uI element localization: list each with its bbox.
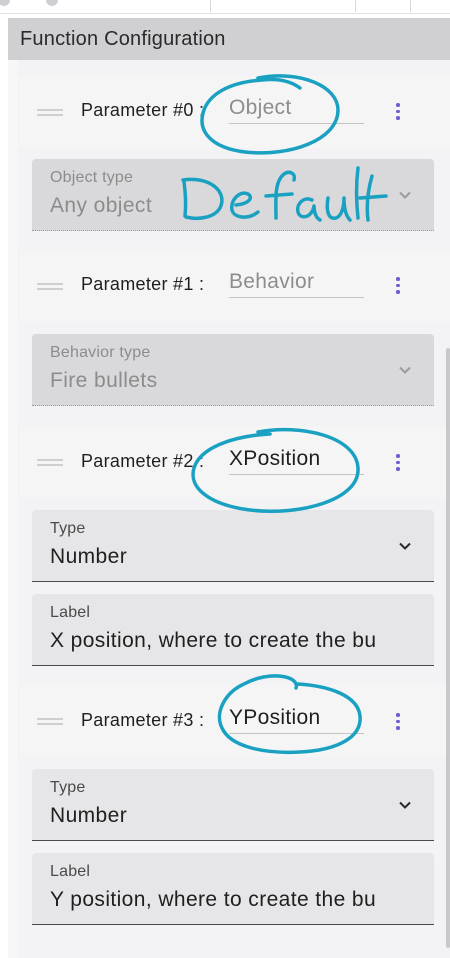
- field-label: Type: [50, 520, 86, 537]
- chevron-down-icon: [398, 363, 412, 377]
- top-toolbar-strip: [0, 0, 450, 14]
- parameter-row-1: Parameter #1 : Behavior: [20, 250, 450, 322]
- more-options-icon[interactable]: [396, 454, 400, 471]
- parameter-name-input[interactable]: YPosition: [229, 706, 364, 734]
- field-value: X position, where to create the bu: [50, 629, 377, 652]
- field-label: Type: [50, 779, 86, 796]
- parameter-row-2: Parameter #2 : XPosition: [20, 426, 450, 498]
- parameter-row-0: Parameter #0 : Object: [20, 76, 450, 148]
- divider: [410, 0, 411, 12]
- parameter-label-input[interactable]: Label X position, where to create the bu: [32, 594, 434, 666]
- field-value: Y position, where to create the bu: [50, 888, 377, 911]
- parameter-label: Parameter #2 :: [81, 451, 205, 471]
- field-value: Any object: [50, 194, 153, 217]
- chevron-down-icon: [398, 188, 412, 202]
- more-options-icon[interactable]: [396, 103, 400, 120]
- parameter-type-select[interactable]: Type Number: [32, 769, 434, 841]
- drag-handle-icon[interactable]: [37, 109, 63, 116]
- panel-gutter: [8, 60, 18, 958]
- drag-handle-icon[interactable]: [37, 459, 63, 466]
- chevron-down-icon: [398, 798, 412, 812]
- parameter-label: Parameter #3 :: [81, 710, 205, 730]
- field-label: Behavior type: [50, 344, 151, 361]
- parameter-label-input[interactable]: Label Y position, where to create the bu: [32, 853, 434, 925]
- field-value: Number: [50, 804, 128, 827]
- divider: [355, 0, 356, 12]
- object-type-select[interactable]: Object type Any object: [32, 159, 434, 231]
- field-label: Label: [50, 863, 91, 880]
- parameter-label: Parameter #0 :: [81, 100, 205, 120]
- parameter-type-select[interactable]: Type Number: [32, 510, 434, 582]
- chevron-down-icon: [398, 539, 412, 553]
- drag-handle-icon[interactable]: [37, 283, 63, 290]
- toolbar-icon[interactable]: [46, 0, 58, 6]
- parameter-name-input[interactable]: XPosition: [229, 447, 364, 475]
- drag-handle-icon[interactable]: [37, 718, 63, 725]
- section-header[interactable]: Function Configuration: [8, 18, 450, 60]
- parameter-row-3: Parameter #3 : YPosition: [20, 685, 450, 757]
- divider: [210, 0, 211, 12]
- parameter-name-input[interactable]: Behavior: [229, 270, 364, 298]
- parameter-label: Parameter #1 :: [81, 274, 205, 294]
- toolbar-icon[interactable]: [0, 0, 10, 6]
- vertical-scrollbar[interactable]: [446, 348, 450, 948]
- parameter-name-input[interactable]: Object: [229, 96, 364, 124]
- more-options-icon[interactable]: [396, 277, 400, 294]
- field-label: Object type: [50, 169, 134, 186]
- behavior-type-select[interactable]: Behavior type Fire bullets: [32, 334, 434, 406]
- field-value: Fire bullets: [50, 369, 158, 392]
- field-label: Label: [50, 604, 91, 621]
- section-title: Function Configuration: [20, 27, 226, 50]
- more-options-icon[interactable]: [396, 713, 400, 730]
- field-value: Number: [50, 545, 128, 568]
